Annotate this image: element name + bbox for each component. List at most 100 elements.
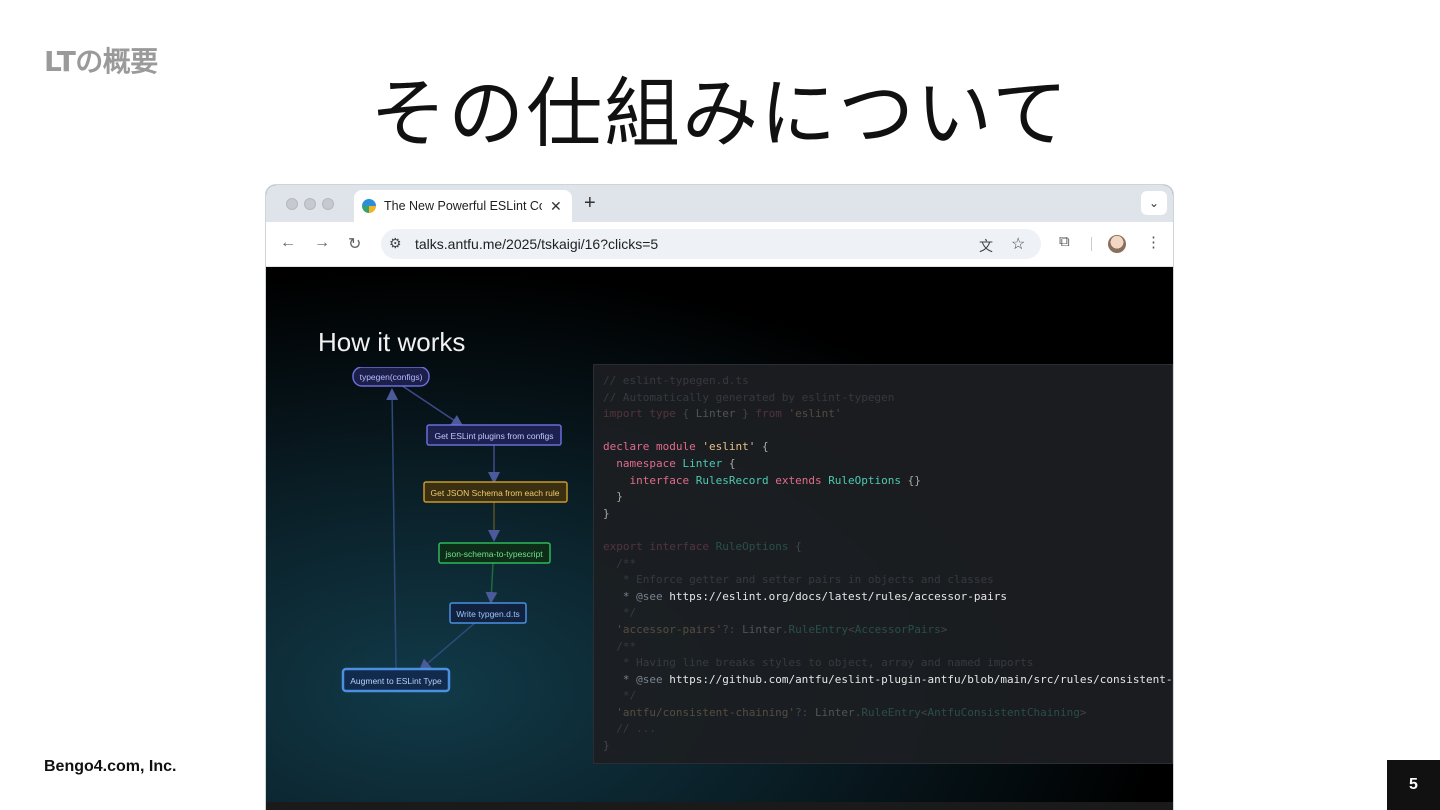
profile-avatar[interactable] xyxy=(1108,235,1126,253)
flow-node-label: typegen(configs) xyxy=(360,372,423,382)
code-token: interface xyxy=(649,539,716,553)
minimize-window-button[interactable] xyxy=(304,198,316,210)
code-line: } xyxy=(603,506,1172,523)
code-token: } xyxy=(603,506,610,520)
url-text[interactable]: talks.antfu.me/2025/tskaigi/16?clicks=5 xyxy=(415,236,658,252)
reload-icon[interactable]: ↻ xyxy=(348,234,361,254)
code-token: { xyxy=(722,456,736,470)
code-token: RulesRecord xyxy=(695,473,776,487)
code-token: // ... xyxy=(603,722,656,736)
flow-edge xyxy=(400,384,464,427)
code-token: // Automatically generated by eslint-typ… xyxy=(603,390,895,404)
browser-tab[interactable]: The New Powerful ESLint Con ✕ xyxy=(354,190,572,222)
code-token: 'eslint' xyxy=(788,407,842,421)
code-token: https://github.com/antfu/eslint-plugin-a… xyxy=(669,672,1173,686)
code-line: } xyxy=(603,489,1172,506)
flow-node: Get JSON Schema from each rule xyxy=(423,481,568,503)
toolbar: ← → ↻ ⚙ talks.antfu.me/2025/tskaigi/16?c… xyxy=(266,222,1173,267)
tab-bar: The New Powerful ESLint Con ✕ + ⌄ xyxy=(266,185,1173,222)
bookmark-star-icon[interactable]: ☆ xyxy=(1011,234,1025,254)
kebab-menu-icon[interactable]: ⋮ xyxy=(1146,233,1161,251)
flow-node-label: Get JSON Schema from each rule xyxy=(431,488,560,498)
code-token: extends xyxy=(775,473,829,487)
flow-node: Get ESLint plugins from configs xyxy=(426,424,562,446)
code-token: Linter xyxy=(742,622,782,636)
code-token: /** xyxy=(603,556,637,570)
code-token: import xyxy=(603,407,650,421)
code-token: from xyxy=(755,407,789,421)
flow-edge xyxy=(386,388,399,670)
code-line: } xyxy=(603,738,1172,755)
code-line: // ... xyxy=(603,721,1172,738)
code-token: RuleEntry xyxy=(788,622,849,636)
flow-node: Write typgen.d.ts xyxy=(449,602,527,624)
code-token: Linter xyxy=(682,456,723,470)
code-line: * Enforce getter and setter pairs in obj… xyxy=(603,572,1172,589)
code-token: type xyxy=(649,407,683,421)
footer-company: Bengo4.com, Inc. xyxy=(44,758,177,775)
code-token: ?: xyxy=(795,705,815,719)
code-token: RuleEntry xyxy=(861,705,921,719)
code-token: declare xyxy=(603,440,656,454)
flow-node-label: json-schema-to-typescript xyxy=(444,549,543,559)
close-window-button[interactable] xyxy=(286,198,298,210)
tab-search-button[interactable]: ⌄ xyxy=(1141,191,1167,215)
flow-node-label: Get ESLint plugins from configs xyxy=(434,431,553,441)
code-line: * @see https://github.com/antfu/eslint-p… xyxy=(603,672,1172,689)
code-token: module xyxy=(655,440,703,454)
page-viewport: How it works typegen(configs) Get ESLint xyxy=(266,267,1173,810)
page-number: 5 xyxy=(1387,760,1440,810)
favicon-icon xyxy=(362,199,376,213)
code-line: // eslint-typegen.d.ts xyxy=(603,373,1172,390)
code-line: declare module 'eslint' { xyxy=(603,439,1172,456)
tab-close-icon[interactable]: ✕ xyxy=(550,198,562,215)
code-token: } xyxy=(603,739,610,753)
code-token: */ xyxy=(603,689,637,703)
code-token: Linter xyxy=(695,407,736,421)
slide-title: その仕組みについて xyxy=(370,69,1070,158)
code-token: RuleOptions xyxy=(828,473,908,487)
code-token: } xyxy=(735,407,756,421)
code-token: { xyxy=(682,407,696,421)
code-token: > xyxy=(940,622,948,636)
code-panel: // eslint-typegen.d.ts // Automatically g… xyxy=(593,364,1173,764)
toolbar-divider xyxy=(1091,237,1092,251)
flow-node: Augment to ESLint Type xyxy=(341,667,451,693)
code-line: */ xyxy=(603,688,1172,705)
flow-node: typegen(configs) xyxy=(352,367,430,387)
code-token: > xyxy=(1079,705,1087,719)
flow-edge xyxy=(485,562,498,604)
back-icon[interactable]: ← xyxy=(280,234,296,252)
code-token: {} xyxy=(907,473,921,487)
browser-window: The New Powerful ESLint Con ✕ + ⌄ ← → ↻ … xyxy=(266,185,1173,810)
code-line: /** xyxy=(603,556,1172,573)
flow-node-label: Write typgen.d.ts xyxy=(456,609,520,619)
translate-icon[interactable]: 文 xyxy=(979,236,993,256)
extensions-icon[interactable]: ⧉ xyxy=(1059,233,1070,250)
code-line: */ xyxy=(603,605,1172,622)
new-tab-button[interactable]: + xyxy=(584,192,596,215)
code-line: * Having line breaks styles to object, a… xyxy=(603,655,1172,672)
code-token: * Enforce getter and setter pairs in obj… xyxy=(603,573,994,587)
maximize-window-button[interactable] xyxy=(322,198,334,210)
flow-node: json-schema-to-typescript xyxy=(438,542,551,564)
code-line: // Automatically generated by eslint-typ… xyxy=(603,390,1172,407)
code-line: import type { Linter } from 'eslint' xyxy=(603,406,1172,423)
code-line: export interface RuleOptions { xyxy=(603,539,1172,556)
code-token: /** xyxy=(603,639,637,653)
code-token: // eslint-typegen.d.ts xyxy=(603,374,749,387)
code-token: AntfuConsistentChaining xyxy=(927,705,1080,719)
code-line: 'antfu/consistent-chaining'?: Linter.Rul… xyxy=(603,705,1172,722)
flow-diagram: typegen(configs) Get ESLint plugins from… xyxy=(341,367,568,693)
address-bar[interactable]: ⚙ talks.antfu.me/2025/tskaigi/16?clicks=… xyxy=(381,229,1041,259)
code-line: interface RulesRecord extends RuleOption… xyxy=(603,473,1172,490)
presentation-bottom-bar xyxy=(266,802,1173,810)
site-info-icon[interactable]: ⚙ xyxy=(389,235,402,252)
code-token: * Having line breaks styles to object, a… xyxy=(603,656,1034,670)
code-token: 'accessor-pairs' xyxy=(603,622,723,636)
flow-edge xyxy=(418,621,477,671)
code-token: */ xyxy=(603,606,637,620)
code-line: * @see https://eslint.org/docs/latest/ru… xyxy=(603,589,1172,606)
forward-icon[interactable]: → xyxy=(314,234,330,252)
